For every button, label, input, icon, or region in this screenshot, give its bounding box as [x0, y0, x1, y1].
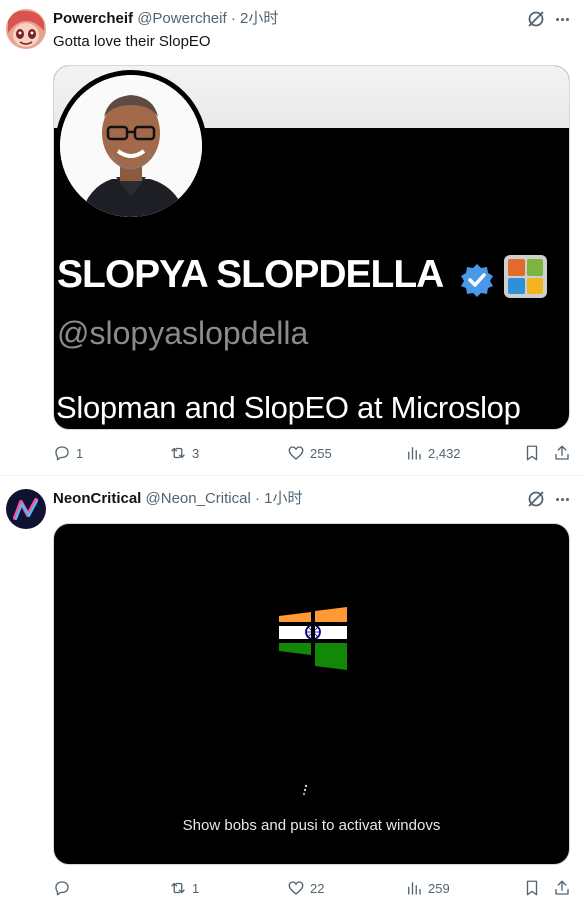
reply-button[interactable] [53, 878, 76, 898]
timestamp[interactable]: 2小时 [240, 10, 278, 27]
like-count: 22 [310, 880, 325, 896]
grok-icon[interactable] [526, 489, 546, 509]
reply-button[interactable]: 1 [53, 443, 83, 463]
like-count: 255 [310, 445, 332, 461]
views-count: 259 [428, 880, 450, 896]
bookmark-button[interactable] [523, 878, 541, 898]
windows-flag-logo [279, 606, 347, 670]
repost-icon [171, 882, 185, 894]
profile-name: SLOPYA SLOPDELLA [57, 253, 444, 296]
display-name[interactable]: NeonCritical [53, 490, 141, 507]
display-name[interactable]: Powercheif [53, 10, 133, 27]
reply-icon [55, 446, 69, 461]
verified-badge-icon [459, 262, 495, 298]
more-icon[interactable] [552, 9, 572, 29]
grok-icon[interactable] [526, 9, 546, 29]
repost-button[interactable]: 3 [169, 443, 199, 463]
timestamp[interactable]: 1小时 [264, 490, 302, 507]
tweet-actions: 1 3 255 2,432 [53, 443, 571, 463]
repost-count: 1 [192, 880, 200, 896]
tweet-media-image[interactable]: SLOPYA SLOPDELLA @slopyaslopdella Slopma… [53, 65, 570, 430]
bookmark-button[interactable] [523, 443, 541, 463]
avatar[interactable] [6, 9, 46, 49]
share-icon [555, 880, 569, 895]
user-handle[interactable]: @Powercheif [137, 10, 226, 27]
repost-button[interactable]: 1 [169, 878, 199, 898]
profile-bio: Slopman and SlopEO at Microslop [56, 390, 521, 425]
views-icon [408, 882, 421, 895]
tweet-header: Powercheif @Powercheif · 2小时 [53, 9, 278, 29]
repost-icon [171, 447, 185, 459]
loading-spinner-icon [301, 784, 311, 798]
views-button[interactable]: 2,432 [405, 443, 461, 463]
repost-count: 3 [192, 445, 200, 461]
tweet-actions: 1 22 259 [53, 878, 571, 898]
reply-count: 1 [76, 445, 84, 461]
video-caption: Show bobs and pusi to activat windovs [182, 817, 441, 834]
more-icon[interactable] [552, 489, 572, 509]
heart-icon [288, 881, 304, 895]
tweet: Powercheif @Powercheif · 2小时 Gotta love … [0, 0, 582, 476]
like-button[interactable]: 255 [287, 443, 332, 463]
share-icon [555, 445, 569, 460]
reply-icon [55, 881, 69, 896]
heart-icon [288, 446, 304, 460]
tweet-text: Gotta love their SlopEO [53, 33, 211, 50]
views-icon [408, 447, 421, 460]
views-count: 2,432 [428, 445, 461, 461]
separator: · [254, 490, 260, 507]
separator: · [230, 10, 236, 27]
tweet-media-video[interactable]: Show bobs and pusi to activat windovs [53, 523, 570, 865]
share-button[interactable] [553, 443, 571, 463]
profile-avatar [55, 70, 207, 222]
company-logo [504, 255, 547, 298]
like-button[interactable]: 22 [287, 878, 324, 898]
bookmark-icon [526, 880, 538, 896]
share-button[interactable] [553, 878, 571, 898]
profile-handle: @slopyaslopdella [57, 315, 309, 351]
views-button[interactable]: 259 [405, 878, 450, 898]
user-handle[interactable]: @Neon_Critical [146, 490, 251, 507]
tweet-header: NeonCritical @Neon_Critical · 1小时 [53, 489, 302, 509]
avatar[interactable] [6, 489, 46, 529]
tweet: NeonCritical @Neon_Critical · 1小时 Show b… [0, 476, 582, 904]
bookmark-icon [526, 445, 538, 461]
